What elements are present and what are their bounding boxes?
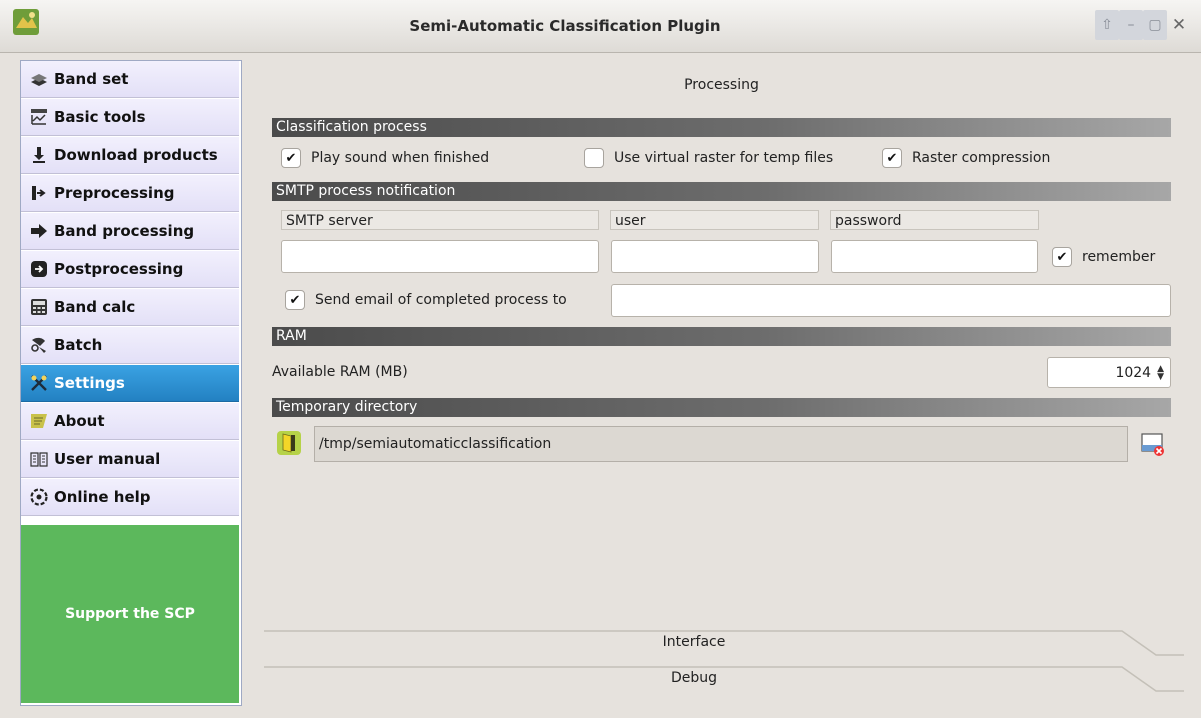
email-address-input[interactable] [611,284,1171,317]
sidebar-item-label: Batch [54,336,103,354]
tab-debug[interactable]: Debug [264,670,1124,686]
sidebar-item-label: Online help [54,488,151,506]
smtp-server-label: SMTP server [281,210,599,230]
sidebar-item-label: Postprocessing [54,260,184,278]
band-set-icon [30,70,48,88]
user-input[interactable] [611,240,819,273]
checkbox-label: Raster compression [912,150,1051,166]
open-folder-button[interactable] [276,430,302,456]
band-processing-icon [30,222,48,240]
check-icon: ✔ [1052,247,1072,267]
sidebar-item-label: Download products [54,146,218,164]
remember-checkbox[interactable]: ✔ remember [1052,247,1155,267]
section-header-classification: Classification process [272,118,1171,137]
sidebar-item-label: About [54,412,105,430]
password-label: password [830,210,1039,230]
sidebar-item-download-products[interactable]: Download products [21,137,239,174]
ram-label: Available RAM (MB) [272,364,408,380]
sidebar-item-label: Preprocessing [54,184,175,202]
smtp-server-input[interactable] [281,240,599,273]
support-button[interactable]: Support the SCP [21,525,239,703]
section-header-smtp: SMTP process notification [272,182,1171,201]
sidebar-item-band-set[interactable]: Band set [21,61,239,98]
sidebar: Band set Basic tools Download products P… [20,60,242,706]
sidebar-item-online-help[interactable]: Online help [21,479,239,516]
help-icon [30,488,48,506]
sidebar-item-postprocessing[interactable]: Postprocessing [21,251,239,288]
sidebar-item-label: Band calc [54,298,136,316]
sidebar-item-basic-tools[interactable]: Basic tools [21,99,239,136]
calculator-icon [30,298,48,316]
check-icon: ✔ [281,148,301,168]
window-controls: ⇧ – ▢ ✕ [1095,10,1191,40]
user-label: user [610,210,819,230]
sidebar-item-label: Settings [54,374,125,392]
sidebar-item-band-processing[interactable]: Band processing [21,213,239,250]
ram-spinbox[interactable]: 1024 ▲ ▼ [1047,357,1171,388]
send-email-checkbox[interactable]: ✔ Send email of completed process to [285,290,567,310]
title-bar: Semi-Automatic Classification Plugin ⇧ –… [0,0,1201,53]
checkbox-label: Play sound when finished [311,150,490,166]
checkbox-label: Send email of completed process to [315,292,567,308]
minimize-icon[interactable]: – [1119,10,1143,40]
play-sound-checkbox[interactable]: ✔ Play sound when finished [281,148,489,168]
reset-directory-button[interactable] [1140,431,1166,457]
section-header-temp-dir: Temporary directory [272,398,1171,417]
tab-interface[interactable]: Interface [264,634,1124,650]
download-icon [30,146,48,164]
window-title: Semi-Automatic Classification Plugin [409,17,721,35]
raster-compression-checkbox[interactable]: ✔ Raster compression [882,148,1050,168]
sidebar-item-label: Basic tools [54,108,146,126]
check-icon: ✔ [285,290,305,310]
maximize-icon[interactable]: ▢ [1143,10,1167,40]
sidebar-item-batch[interactable]: Batch [21,327,239,364]
virtual-raster-checkbox[interactable]: Use virtual raster for temp files [584,148,833,168]
sidebar-item-label: User manual [54,450,161,468]
sidebar-item-about[interactable]: About [21,403,239,440]
sidebar-item-band-calc[interactable]: Band calc [21,289,239,326]
settings-icon [30,374,48,392]
sidebar-item-user-manual[interactable]: User manual [21,441,239,478]
about-icon [30,412,48,430]
password-input[interactable] [831,240,1038,273]
sidebar-item-label: Band set [54,70,129,88]
basic-tools-icon [30,108,48,126]
sidebar-item-preprocessing[interactable]: Preprocessing [21,175,239,212]
checkbox-box [584,148,604,168]
folder-icon [277,431,301,455]
checkbox-label: Use virtual raster for temp files [614,150,834,166]
manual-icon [30,450,48,468]
ram-value: 1024 [1115,364,1152,381]
sidebar-item-label: Band processing [54,222,195,240]
preprocessing-icon [30,184,48,202]
postprocessing-icon [30,260,48,278]
sidebar-item-settings[interactable]: Settings [21,365,239,402]
page-title: Processing [684,77,759,93]
reset-icon [1141,433,1164,456]
temp-directory-path[interactable]: /tmp/semiautomaticclassification [314,426,1128,462]
spin-arrows-icon[interactable]: ▲ ▼ [1157,364,1164,381]
checkbox-label: remember [1082,249,1156,265]
section-header-ram: RAM [272,327,1171,346]
restore-icon[interactable]: ⇧ [1095,10,1119,40]
close-icon[interactable]: ✕ [1167,10,1191,40]
check-icon: ✔ [882,148,902,168]
batch-icon [30,336,48,354]
